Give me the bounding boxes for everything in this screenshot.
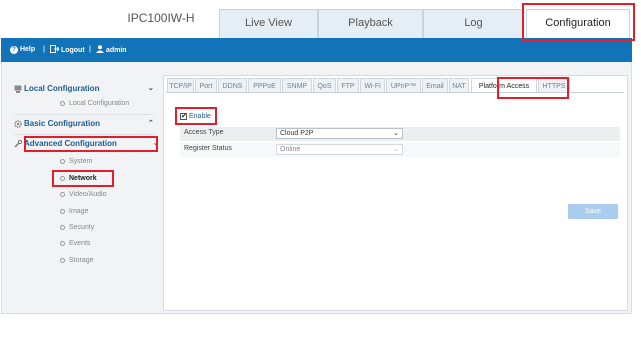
- bullet-icon: [60, 100, 65, 106]
- bullet-icon: [60, 224, 65, 230]
- sidebar-item-system[interactable]: System: [60, 157, 92, 167]
- subtab-nat[interactable]: NAT: [449, 78, 469, 93]
- toolbar-separator: |: [89, 46, 91, 53]
- subtab-port[interactable]: Port: [195, 78, 217, 93]
- access-type-select[interactable]: Cloud P2P ⌄: [276, 128, 403, 139]
- sidebar-item-local-configuration[interactable]: Local Configuration: [60, 99, 129, 109]
- access-type-label: Access Type: [184, 129, 224, 136]
- sidebar-item-label: Storage: [69, 257, 94, 264]
- sidebar-section-label: Basic Configuration: [24, 119, 101, 128]
- bullet-icon: [60, 240, 65, 246]
- subtab-https[interactable]: HTTPS: [538, 78, 570, 93]
- sidebar-item-label: Image: [69, 208, 89, 215]
- sidebar-section-label: Advanced Configuration: [24, 139, 117, 148]
- device-name: IPC100IW-H: [127, 11, 195, 25]
- sidebar-item-label: System: [69, 158, 93, 165]
- subtab-snmp[interactable]: SNMP: [282, 78, 312, 93]
- chevron-down-icon: ⌄: [148, 85, 154, 92]
- bullet-icon: [60, 257, 65, 263]
- bullet-icon: [60, 175, 65, 181]
- sidebar-item-security[interactable]: Security: [60, 223, 94, 233]
- subtab-ftp[interactable]: FTP: [337, 78, 359, 93]
- enable-label: Enable: [189, 113, 211, 120]
- subtab-tcp-ip[interactable]: TCP/IP: [167, 78, 194, 93]
- toolbar-separator: |: [43, 46, 45, 53]
- computer-icon: [14, 85, 22, 93]
- enable-checkbox-row[interactable]: ✔ Enable: [180, 112, 211, 122]
- register-status-label: Register Status: [184, 145, 232, 152]
- sidebar-section-basic-configuration[interactable]: Basic Configuration ⌃: [2, 116, 162, 132]
- subtab-upnp[interactable]: UPnP™: [386, 78, 421, 93]
- subtab-email[interactable]: Email: [422, 78, 448, 93]
- sidebar-item-label: Events: [69, 240, 91, 247]
- subtab-qos[interactable]: QoS: [313, 78, 336, 93]
- sidebar-section-local-configuration[interactable]: Local Configuration ⌄: [2, 81, 162, 97]
- register-status-field: Online ⌄: [276, 144, 403, 155]
- tab-configuration[interactable]: Configuration: [526, 9, 630, 38]
- register-status-value: Online: [280, 146, 301, 153]
- save-button[interactable]: Save: [568, 204, 618, 219]
- sidebar-item-label: Security: [69, 224, 95, 231]
- sidebar-item-video-audio[interactable]: Video/Audio: [60, 190, 107, 200]
- tab-playback[interactable]: Playback: [318, 9, 423, 38]
- sidebar: Local Configuration ⌄ Local Configuratio…: [2, 62, 162, 312]
- help-label: Help: [19, 46, 36, 53]
- sidebar-item-label: Video/Audio: [69, 191, 107, 198]
- help-icon: ?: [10, 46, 18, 54]
- tab-live-view[interactable]: Live View: [219, 9, 318, 38]
- logout-icon: [50, 45, 60, 53]
- divider: [14, 114, 154, 115]
- chevron-up-icon: ⌃: [148, 120, 154, 127]
- logout-label: Logout: [60, 47, 85, 54]
- settings-panel: TCP/IP Port DDNS PPPoE SNMP QoS FTP Wi-F…: [163, 75, 628, 311]
- subtab-wifi[interactable]: Wi-Fi: [360, 78, 385, 93]
- subtab-platform-access[interactable]: Platform Access: [471, 78, 537, 93]
- sidebar-section-label: Local Configuration: [24, 84, 100, 93]
- tab-log[interactable]: Log: [423, 9, 524, 38]
- wrench-icon: [14, 139, 23, 148]
- chevron-down-icon: ⌄: [153, 140, 159, 147]
- sidebar-item-events[interactable]: Events: [60, 239, 90, 249]
- access-type-value: Cloud P2P: [280, 130, 314, 137]
- sidebar-item-image[interactable]: Image: [60, 207, 88, 217]
- gear-icon: [14, 120, 22, 128]
- sidebar-section-advanced-configuration[interactable]: Advanced Configuration ⌄: [2, 136, 162, 152]
- logout-link[interactable]: Logout: [50, 45, 85, 55]
- enable-checkbox[interactable]: ✔: [180, 112, 187, 120]
- toolbar: ? Help | Logout | admin: [1, 38, 632, 62]
- subtab-ddns[interactable]: DDNS: [218, 78, 247, 93]
- content-area: Local Configuration ⌄ Local Configuratio…: [1, 62, 632, 314]
- chevron-down-icon: ⌄: [393, 130, 399, 137]
- bullet-icon: [60, 158, 65, 164]
- help-link[interactable]: ? Help: [10, 45, 35, 55]
- bullet-icon: [60, 191, 65, 197]
- sidebar-item-storage[interactable]: Storage: [60, 256, 94, 266]
- user-icon: [96, 45, 104, 53]
- sidebar-item-label: Network: [69, 175, 97, 182]
- divider: [14, 134, 154, 135]
- top-header: IPC100IW-H Live View Playback Log Config…: [0, 0, 641, 41]
- access-type-row: Access Type Cloud P2P ⌄: [180, 127, 620, 141]
- sidebar-item-network[interactable]: Network: [60, 174, 97, 184]
- tab-underline: [166, 92, 624, 93]
- sidebar-item-label: Local Configuration: [69, 100, 130, 107]
- user-info: admin: [96, 45, 127, 55]
- register-status-row: Register Status Online ⌄: [180, 143, 620, 157]
- username: admin: [105, 47, 127, 54]
- bullet-icon: [60, 208, 65, 214]
- chevron-down-icon: ⌄: [393, 146, 399, 153]
- subtab-pppoe[interactable]: PPPoE: [248, 78, 281, 93]
